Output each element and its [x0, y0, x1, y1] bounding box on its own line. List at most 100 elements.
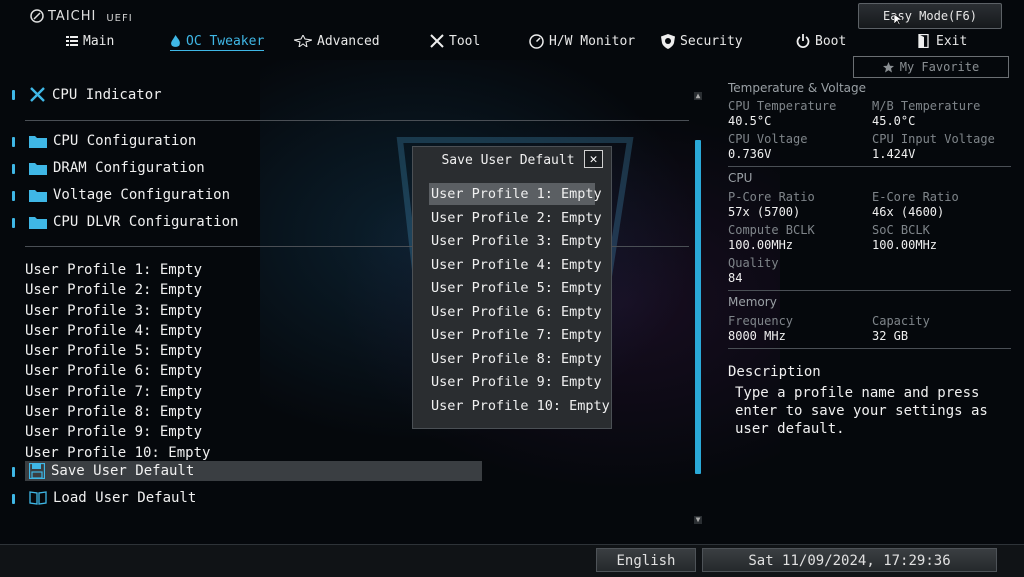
- item-marker: [12, 191, 15, 201]
- save-disk-icon: [29, 463, 45, 479]
- dialog-option[interactable]: User Profile 1: Empty: [429, 183, 602, 205]
- star-icon: [294, 35, 312, 47]
- tab-boot[interactable]: Boot: [796, 32, 846, 50]
- tab-boot-label: Boot: [815, 33, 847, 49]
- power-icon: [796, 34, 810, 48]
- item-marker: [12, 494, 15, 504]
- tab-hw-monitor[interactable]: H/W Monitor: [529, 32, 635, 50]
- capacity-value: 32 GB: [872, 329, 909, 343]
- menu-item-label: CPU Configuration: [53, 133, 197, 149]
- profile-item[interactable]: User Profile 3: Empty: [25, 301, 210, 321]
- profile-item[interactable]: User Profile 2: Empty: [25, 280, 210, 300]
- scroll-down-arrow-icon[interactable]: ▼: [694, 516, 702, 524]
- item-marker: [12, 164, 15, 174]
- profile-item[interactable]: User Profile 5: Empty: [25, 341, 210, 361]
- tab-tool[interactable]: Tool: [430, 32, 480, 50]
- tab-advanced[interactable]: Advanced: [294, 32, 380, 50]
- profile-item[interactable]: User Profile 10: Empty: [25, 443, 210, 463]
- folder-icon: [29, 190, 47, 202]
- dialog-option[interactable]: User Profile 2: Empty: [429, 207, 602, 229]
- frequency-value: 8000 MHz: [728, 329, 786, 343]
- dialog-option[interactable]: User Profile 8: Empty: [429, 348, 602, 370]
- profile-item[interactable]: User Profile 8: Empty: [25, 402, 210, 422]
- tab-security[interactable]: Security: [661, 32, 743, 50]
- menu-item-cpu-dlvr-configuration[interactable]: CPU DLVR Configuration: [29, 214, 238, 230]
- tab-tool-label: Tool: [449, 33, 481, 49]
- quality-value: 84: [728, 271, 743, 285]
- description-text: Type a profile name and press enter to s…: [735, 385, 988, 437]
- menu-item-load-user-default[interactable]: Load User Default: [29, 490, 196, 506]
- cpu-input-voltage-label: CPU Input Voltage: [872, 132, 995, 146]
- tab-oc-tweaker-label: OC Tweaker: [186, 33, 265, 49]
- dialog-option[interactable]: User Profile 10: Empty: [429, 395, 610, 417]
- dialog-close-button[interactable]: ✕: [584, 150, 603, 168]
- item-marker: [12, 137, 15, 147]
- dialog-option[interactable]: User Profile 7: Empty: [429, 324, 602, 346]
- cpu-temp-value: 40.5°C: [728, 114, 772, 128]
- cpu-input-voltage-value: 1.424V: [872, 147, 916, 161]
- profile-list: User Profile 1: Empty User Profile 2: Em…: [25, 260, 210, 463]
- menu-item-label: Save User Default: [51, 463, 195, 479]
- brand-name: TAICHI: [48, 8, 97, 24]
- menu-item-label: Voltage Configuration: [53, 187, 231, 203]
- my-favorite-button[interactable]: My Favorite: [853, 56, 1009, 78]
- profile-item[interactable]: User Profile 7: Empty: [25, 382, 210, 402]
- profile-item[interactable]: User Profile 9: Empty: [25, 422, 210, 442]
- pcore-ratio-value: 57x (5700): [728, 205, 801, 219]
- tab-main-label: Main: [83, 33, 115, 49]
- scrollbar-thumb[interactable]: [695, 140, 701, 474]
- menu-item-cpu-indicator[interactable]: CPU Indicator: [29, 86, 162, 103]
- description-title: Description: [728, 364, 821, 380]
- star-favorite-icon: [882, 61, 894, 72]
- monitor-gauge-icon: [529, 33, 544, 49]
- flame-icon: [171, 34, 180, 47]
- profile-item[interactable]: User Profile 4: Empty: [25, 321, 210, 341]
- divider: [25, 120, 689, 121]
- menu-item-dram-configuration[interactable]: DRAM Configuration: [29, 160, 205, 176]
- dialog-option[interactable]: User Profile 4: Empty: [429, 254, 602, 276]
- menu-item-voltage-configuration[interactable]: Voltage Configuration: [29, 187, 230, 203]
- folder-icon: [29, 217, 47, 229]
- open-book-icon: [29, 491, 47, 505]
- item-marker: [12, 467, 15, 477]
- cpu-voltage-value: 0.736V: [728, 147, 772, 161]
- menu-item-label: CPU Indicator: [52, 86, 162, 103]
- dialog-option[interactable]: User Profile 6: Empty: [429, 301, 602, 323]
- tab-advanced-label: Advanced: [317, 33, 380, 49]
- wrench-screwdriver-icon: [430, 34, 444, 48]
- menu-item-label: CPU DLVR Configuration: [53, 214, 239, 230]
- tab-main[interactable]: Main: [66, 32, 114, 50]
- mouse-cursor-icon: [894, 14, 902, 26]
- divider: [728, 348, 1011, 349]
- profile-item[interactable]: User Profile 6: Empty: [25, 361, 210, 381]
- folder-icon: [29, 163, 47, 175]
- top-navigation: Main OC Tweaker Advanced Tool H/W Monito…: [0, 32, 1024, 52]
- cpu-voltage-label: CPU Voltage: [728, 132, 808, 146]
- mb-temp-label: M/B Temperature: [872, 99, 981, 113]
- dialog-option[interactable]: User Profile 9: Empty: [429, 371, 602, 393]
- temp-voltage-heading: Temperature & Voltage: [728, 81, 867, 95]
- datetime-display: Sat 11/09/2024, 17:29:36: [702, 548, 997, 572]
- close-icon: ✕: [589, 152, 598, 167]
- tab-security-label: Security: [680, 33, 743, 49]
- quality-label: Quality: [728, 256, 779, 270]
- soc-bclk-value: 100.00MHz: [872, 238, 938, 252]
- menu-item-cpu-configuration[interactable]: CPU Configuration: [29, 133, 196, 149]
- soc-bclk-label: SoC BCLK: [872, 223, 930, 237]
- my-favorite-label: My Favorite: [899, 60, 980, 74]
- compute-bclk-label: Compute BCLK: [728, 223, 815, 237]
- profile-item[interactable]: User Profile 1: Empty: [25, 260, 210, 280]
- easy-mode-button[interactable]: Easy Mode(F6): [858, 3, 1002, 29]
- folder-icon: [29, 136, 47, 148]
- compute-bclk-value: 100.00MHz: [728, 238, 794, 252]
- shield-icon: [661, 33, 675, 49]
- dialog-option[interactable]: User Profile 3: Empty: [429, 230, 602, 252]
- item-marker: [12, 90, 15, 100]
- dialog-option[interactable]: User Profile 5: Empty: [429, 277, 602, 299]
- language-button[interactable]: English: [596, 548, 696, 572]
- menu-item-label: DRAM Configuration: [53, 160, 205, 176]
- scroll-up-arrow-icon[interactable]: ▲: [694, 92, 702, 100]
- tab-exit[interactable]: Exit: [918, 32, 967, 50]
- menu-item-save-user-default[interactable]: Save User Default: [29, 463, 194, 479]
- tab-oc-tweaker[interactable]: OC Tweaker: [170, 32, 265, 51]
